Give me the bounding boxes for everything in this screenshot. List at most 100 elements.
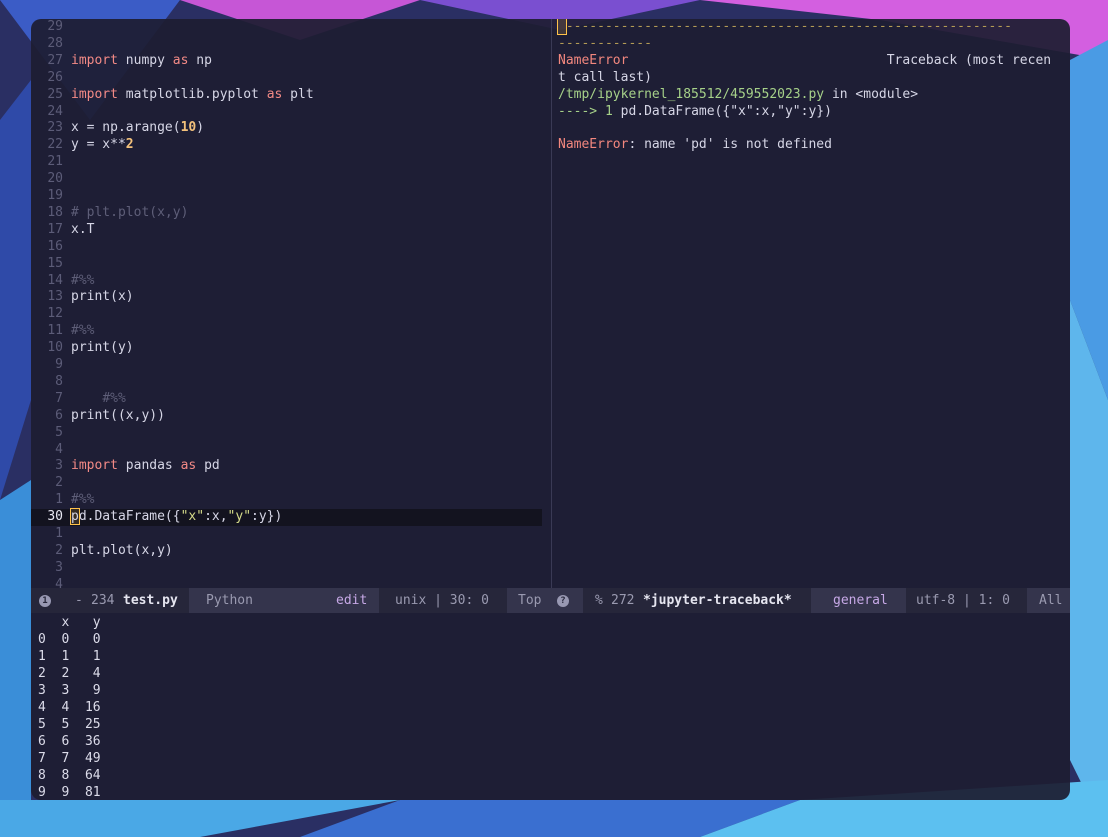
code-text: y = x**2 xyxy=(71,137,134,153)
code-line[interactable]: 7 #%% xyxy=(31,391,550,408)
code-line[interactable]: 14 #%% xyxy=(31,273,550,290)
workspace-name: general xyxy=(833,593,888,608)
code-line[interactable]: 28 xyxy=(31,36,550,53)
code-line[interactable]: 29 xyxy=(31,19,550,36)
traceback-line: ----------------------------------------… xyxy=(557,19,1065,36)
dataframe-row: 3 3 9 xyxy=(38,683,101,698)
line-number: 1 xyxy=(55,526,63,541)
code-text: pd.DataFrame({"x":x,"y":y}) xyxy=(70,508,283,526)
read-only-indicator: % xyxy=(595,593,603,608)
line-number: 23 xyxy=(47,120,63,136)
code-line[interactable]: 2 plt.plot(x,y) xyxy=(31,543,550,560)
code-line[interactable]: 21 xyxy=(31,154,550,171)
code-line[interactable]: 22 y = x**2 xyxy=(31,137,550,154)
code-line[interactable]: 6 print((x,y)) xyxy=(31,408,550,425)
line-number: 30 xyxy=(47,509,63,525)
scroll-position-2: All xyxy=(1039,593,1063,608)
dataframe-header: x y xyxy=(38,615,101,630)
code-line[interactable]: 2 xyxy=(31,475,550,492)
code-line[interactable]: 1 xyxy=(31,526,550,543)
buffer-size-2: 272 xyxy=(611,593,635,608)
line-number: 26 xyxy=(47,69,63,85)
line-number: 16 xyxy=(47,238,63,254)
line-number: 11 xyxy=(47,323,63,339)
code-line[interactable]: 17 x.T xyxy=(31,222,550,239)
traceback-line xyxy=(558,120,1065,137)
dataframe-row: 1 1 1 xyxy=(38,649,101,664)
dataframe-row: 5 5 25 xyxy=(38,717,101,732)
code-text: #%% xyxy=(71,323,95,339)
line-number: 21 xyxy=(47,154,63,170)
code-line[interactable]: 1 #%% xyxy=(31,492,550,509)
code-line[interactable]: 4 xyxy=(31,442,550,459)
code-text: # plt.plot(x,y) xyxy=(71,204,189,220)
code-line[interactable]: 18 # plt.plot(x,y) xyxy=(31,205,550,222)
code-line[interactable]: 15 xyxy=(31,256,550,273)
line-number: 19 xyxy=(47,188,63,203)
code-text: import matplotlib.pyplot as plt xyxy=(71,86,314,102)
code-text: import pandas as pd xyxy=(71,458,220,474)
code-text: import numpy as np xyxy=(71,52,212,68)
buffer-name-2[interactable]: *jupyter-traceback* xyxy=(643,588,792,613)
line-number: 17 xyxy=(47,221,63,237)
code-text: #%% xyxy=(71,492,95,508)
traceback-pane[interactable]: ----------------------------------------… xyxy=(551,19,1070,588)
code-line[interactable]: 5 xyxy=(31,425,550,442)
line-number: 28 xyxy=(47,35,63,51)
line-number: 15 xyxy=(47,255,63,271)
major-mode[interactable]: Python xyxy=(206,588,253,613)
code-text: plt.plot(x,y) xyxy=(71,542,173,558)
window-number-icon-2: ? xyxy=(557,588,569,613)
traceback-line: ------------ xyxy=(558,35,652,51)
traceback-line: t call last) xyxy=(558,69,652,85)
line-number: 14 xyxy=(47,272,63,288)
line-number: 8 xyxy=(55,373,63,389)
line-number: 9 xyxy=(55,357,63,372)
code-line[interactable]: 11 #%% xyxy=(31,323,550,340)
evil-state: edit xyxy=(336,593,368,608)
dataframe-row: 8 8 64 xyxy=(38,768,101,783)
code-line[interactable]: 13 print(x) xyxy=(31,289,550,306)
traceback-line: NameError: name 'pd' is not defined xyxy=(558,137,832,153)
code-text: x.T xyxy=(71,221,95,237)
code-line[interactable]: 20 xyxy=(31,171,550,188)
editor-pane-test-py[interactable]: 29 28 27 import numpy as np 26 25 import matpl… xyxy=(31,19,550,592)
code-line[interactable]: 9 xyxy=(31,357,550,374)
code-line[interactable]: 24 xyxy=(31,104,550,121)
traceback-line: ----> 1 pd.DataFrame({"x":x,"y":y}) xyxy=(558,103,832,119)
code-line[interactable]: 23 x = np.arange(10) xyxy=(31,120,550,137)
code-line[interactable]: 19 xyxy=(31,188,550,205)
code-text: print(x) xyxy=(71,289,134,305)
code-line[interactable]: 3 xyxy=(31,560,550,577)
line-number: 4 xyxy=(55,441,63,457)
line-number: 29 xyxy=(47,19,63,34)
code-line[interactable]: 25 import matplotlib.pyplot as plt xyxy=(31,87,550,104)
line-number: 3 xyxy=(55,559,63,575)
current-line[interactable]: 30 pd.DataFrame({"x":x,"y":y}) xyxy=(31,508,542,526)
code-line[interactable]: 3 import pandas as pd xyxy=(31,458,550,475)
code-line[interactable]: 8 xyxy=(31,374,550,391)
buffer-name[interactable]: test.py xyxy=(123,588,178,613)
code-line[interactable]: 10 print(y) xyxy=(31,340,550,357)
dataframe-row: 7 7 49 xyxy=(38,751,101,766)
line-number: 18 xyxy=(47,204,63,220)
line-number: 25 xyxy=(47,86,63,102)
dataframe-row: 9 9 81 xyxy=(38,785,101,800)
code-line[interactable]: 12 xyxy=(31,306,550,323)
line-number: 27 xyxy=(47,52,63,68)
modified-indicator: - xyxy=(75,593,83,608)
code-text: print((x,y)) xyxy=(71,407,165,423)
encoding-position: unix | 30: 0 xyxy=(395,593,489,608)
repl-output: x y 0 0 0 1 1 1 2 2 4 3 3 9 4 4 16 5 5 25 6 6 … xyxy=(31,613,1070,800)
dataframe-row: 4 4 16 xyxy=(38,700,101,715)
line-number: 1 xyxy=(55,492,63,508)
code-line[interactable]: 16 xyxy=(31,239,550,256)
code-line[interactable]: 27 import numpy as np xyxy=(31,53,550,70)
code-text: #%% xyxy=(102,390,126,406)
code-line[interactable]: 26 xyxy=(31,70,550,87)
line-number: 13 xyxy=(47,289,63,305)
mode-line: 1 - 234 test.py Python edit unix | 30: 0… xyxy=(31,588,1070,613)
emacs-window: 29 28 27 import numpy as np 26 25 import matpl… xyxy=(31,19,1070,800)
line-number: 2 xyxy=(55,542,63,558)
line-number: 2 xyxy=(55,475,63,491)
